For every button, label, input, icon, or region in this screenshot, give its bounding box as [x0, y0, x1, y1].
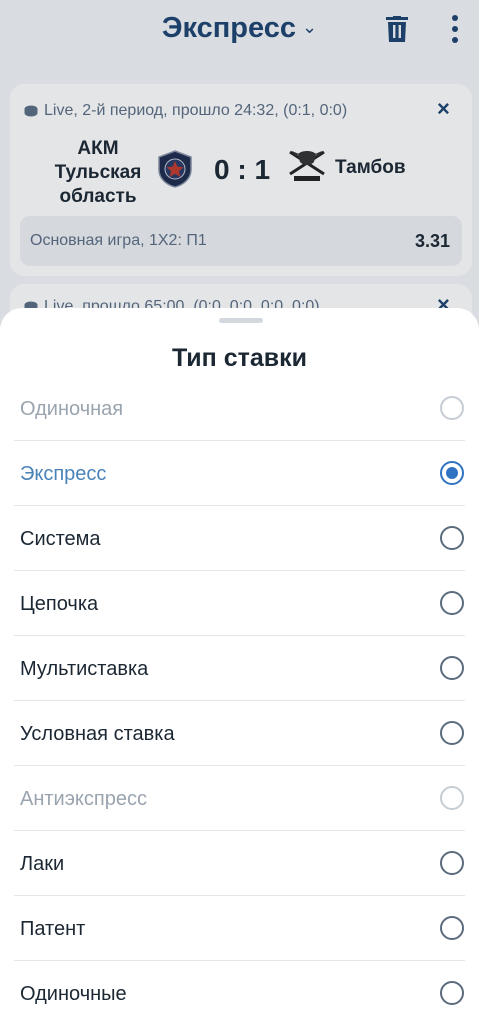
- option-label: Мультиставка: [20, 658, 149, 680]
- radio-button[interactable]: [440, 461, 464, 485]
- sheet-drag-handle[interactable]: [219, 318, 263, 323]
- radio-button[interactable]: [440, 526, 464, 550]
- radio-button[interactable]: [440, 981, 464, 1005]
- radio-button[interactable]: [440, 851, 464, 875]
- option-label: Одиночные: [20, 983, 127, 1005]
- option-label: Патент: [20, 918, 86, 940]
- bet-type-option-single: Одиночная: [14, 376, 465, 441]
- option-label: Цепочка: [20, 593, 99, 615]
- radio-button: [440, 396, 464, 420]
- radio-button[interactable]: [440, 591, 464, 615]
- option-label: Система: [20, 528, 101, 550]
- bet-type-option-singles[interactable]: Одиночные: [14, 961, 465, 1024]
- radio-button[interactable]: [440, 721, 464, 745]
- bet-type-options: Одиночная Экспресс Система Цепочка Мульт…: [14, 376, 465, 1024]
- radio-button[interactable]: [440, 916, 464, 940]
- bet-type-option-system[interactable]: Система: [14, 506, 465, 571]
- option-label: Условная ставка: [20, 723, 175, 745]
- bet-type-option-multibet[interactable]: Мультиставка: [14, 636, 465, 701]
- bet-type-option-chain[interactable]: Цепочка: [14, 571, 465, 636]
- radio-button: [440, 786, 464, 810]
- option-label: Антиэкспресс: [20, 788, 147, 810]
- option-label: Одиночная: [20, 398, 124, 420]
- option-label: Экспресс: [20, 463, 107, 485]
- bet-type-option-lucky[interactable]: Лаки: [14, 831, 465, 896]
- bet-type-option-express[interactable]: Экспресс: [14, 441, 465, 506]
- option-label: Лаки: [20, 853, 65, 875]
- bet-type-sheet: Тип ставки Одиночная Экспресс Система Це…: [0, 308, 479, 1024]
- bet-type-option-patent[interactable]: Патент: [14, 896, 465, 961]
- sheet-title: Тип ставки: [171, 344, 308, 372]
- bet-type-option-antiexpress: Антиэкспресс: [14, 766, 465, 831]
- bet-type-option-conditional[interactable]: Условная ставка: [14, 701, 465, 766]
- radio-button[interactable]: [440, 656, 464, 680]
